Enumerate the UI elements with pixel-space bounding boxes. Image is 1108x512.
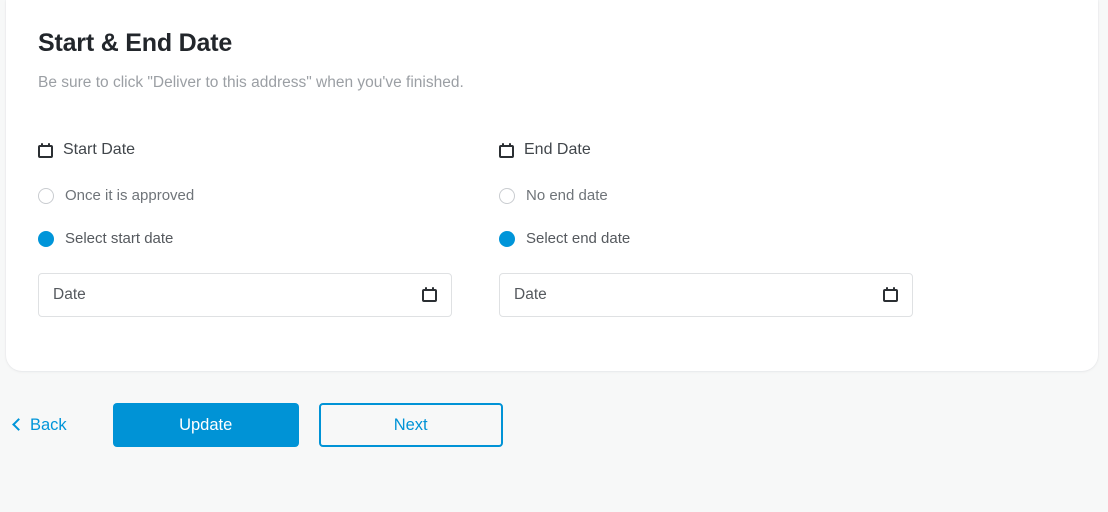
footer-actions: Back Update Next — [0, 399, 1108, 451]
calendar-icon — [38, 142, 53, 158]
radio-button-unselected[interactable] — [38, 187, 54, 204]
next-button[interactable]: Next — [318, 403, 503, 447]
end-date-column: End Date No end date Select end date Dat… — [499, 139, 913, 318]
page-title: Start & End Date — [38, 29, 233, 57]
calendar-picker-icon[interactable] — [422, 287, 438, 303]
radio-button-unselected[interactable] — [499, 187, 515, 204]
radio-label: Select start date — [65, 230, 174, 248]
start-date-heading: Start Date — [38, 139, 452, 161]
start-end-date-card: Start & End Date Be sure to click "Deliv… — [6, 0, 1098, 371]
back-button[interactable]: Back — [12, 415, 67, 435]
start-date-input[interactable]: Date — [38, 273, 452, 318]
radio-select-start-date[interactable]: Select start date — [38, 230, 452, 247]
date-columns: Start Date Once it is approved Select st… — [38, 139, 1098, 318]
radio-label: No end date — [526, 187, 608, 205]
end-date-label: End Date — [524, 141, 591, 159]
update-button[interactable]: Update — [112, 403, 299, 447]
next-button-label: Next — [393, 415, 428, 434]
start-date-column: Start Date Once it is approved Select st… — [38, 139, 452, 318]
start-date-label: Start Date — [63, 141, 136, 159]
end-date-heading: End Date — [499, 139, 913, 161]
back-button-label: Back — [30, 415, 67, 434]
start-date-placeholder: Date — [53, 286, 86, 304]
radio-button-selected[interactable] — [38, 230, 54, 247]
radio-label: Select end date — [526, 230, 631, 248]
chevron-left-icon — [12, 418, 25, 431]
page-subtitle: Be sure to click "Deliver to this addres… — [38, 74, 464, 91]
radio-button-selected[interactable] — [499, 230, 515, 247]
end-date-placeholder: Date — [514, 286, 547, 304]
radio-no-end-date[interactable]: No end date — [499, 187, 913, 204]
calendar-picker-icon[interactable] — [883, 287, 899, 303]
card-content: Start & End Date Be sure to click "Deliv… — [6, 0, 1098, 318]
end-date-input[interactable]: Date — [499, 273, 913, 318]
radio-once-it-is-approved[interactable]: Once it is approved — [38, 187, 452, 204]
update-button-label: Update — [179, 415, 233, 434]
radio-select-end-date[interactable]: Select end date — [499, 230, 913, 247]
calendar-icon — [499, 142, 514, 158]
radio-label: Once it is approved — [65, 187, 195, 205]
